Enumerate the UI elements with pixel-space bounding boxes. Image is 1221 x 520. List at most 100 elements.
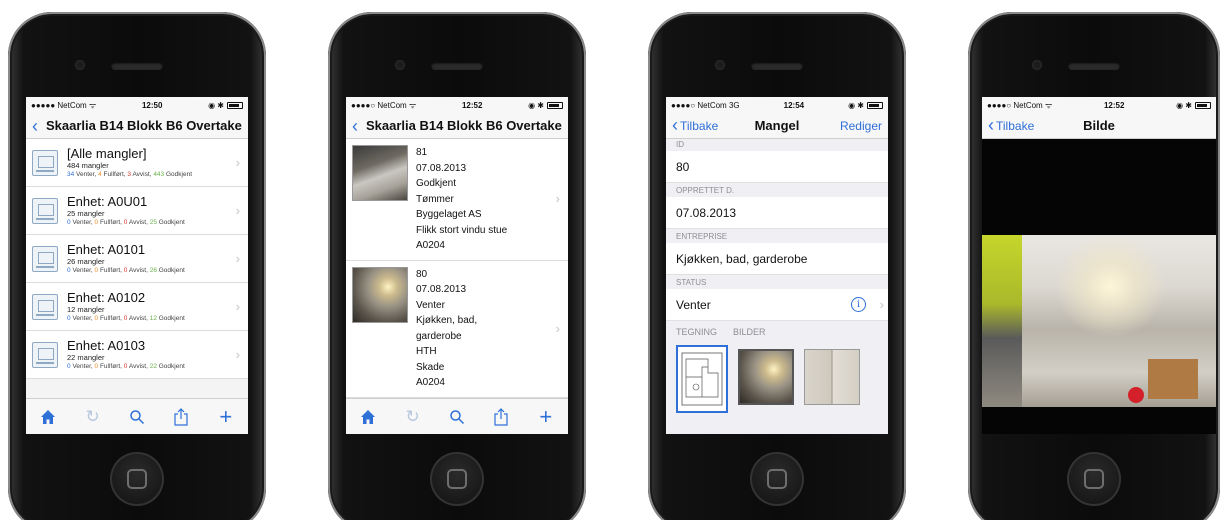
page-title: Skaarlia B14 Blokk B6 Overtake...	[366, 118, 562, 133]
tab-tegning[interactable]: TEGNING	[676, 327, 717, 343]
showcase: ●●●●● NetCom ᯤ 12:50 ◉ ✱ ‹ Skaarlia B14 …	[0, 0, 1221, 520]
speaker	[1068, 62, 1120, 70]
battery-icon	[547, 101, 563, 109]
page-title: Skaarlia B14 Blokk B6 Overtake...	[46, 118, 242, 133]
carrier: ●●●●○ NetCom ᯤ	[987, 100, 1053, 110]
row-title: Enhet: A0103	[67, 338, 146, 353]
home-button	[430, 452, 484, 506]
floorplan-icon	[32, 245, 58, 272]
tab-bar: ↻ +	[346, 398, 568, 434]
phone-2: ●●●●○ NetCom ᯤ 12:52 ◉ ✱ ‹ Skaarlia B14 …	[328, 12, 586, 520]
refresh-icon[interactable]: ↻	[402, 406, 424, 428]
nav-bar: Bilde ‹ Tilbake	[982, 113, 1216, 139]
status-row[interactable]: Venter i ›	[666, 289, 888, 321]
refresh-icon[interactable]: ↻	[82, 406, 104, 428]
chevron-left-icon[interactable]: ‹	[352, 117, 358, 135]
status-bar: ●●●●○ NetCom ᯤ 12:52 ◉ ✱	[346, 97, 568, 113]
nav-bar: Mangel ‹ Tilbake Rediger	[666, 113, 888, 139]
share-icon[interactable]	[490, 406, 512, 428]
status-bar: ●●●●○ NetCom ᯤ 12:52 ◉ ✱	[982, 97, 1216, 113]
back-button[interactable]: ‹ Tilbake	[672, 115, 718, 136]
row-stats: 0 Venter, 0 Fullført, 0 Avvist, 25 Godkj…	[67, 219, 185, 226]
battery-icon	[1195, 101, 1211, 109]
list-item[interactable]: 80 07.08.2013 Venter Kjøkken, bad, garde…	[346, 260, 568, 398]
edit-button[interactable]: Rediger	[840, 119, 882, 133]
home-button	[110, 452, 164, 506]
defect-photo	[352, 266, 408, 323]
list-item[interactable]: Enhet: A0U01 25 mangler 0 Venter, 0 Full…	[26, 187, 248, 235]
red-object	[1128, 387, 1144, 403]
media-strip	[666, 343, 888, 429]
chevron-left-icon: ‹	[672, 115, 678, 135]
photo-thumbnail[interactable]	[804, 349, 860, 405]
box-figure	[1148, 359, 1198, 399]
plus-icon[interactable]: +	[215, 404, 237, 429]
tab-bilder[interactable]: BILDER	[733, 327, 766, 343]
home-icon[interactable]	[357, 406, 379, 428]
field-label: OPPRETTET D.	[666, 183, 888, 197]
battery-icon	[227, 101, 243, 109]
list-item[interactable]: Enhet: A0102 12 mangler 0 Venter, 0 Full…	[26, 283, 248, 331]
defect-photo	[352, 145, 408, 201]
drawing-thumbnail[interactable]	[676, 345, 728, 413]
search-icon[interactable]	[446, 406, 468, 428]
chevron-right-icon: ›	[235, 298, 240, 314]
nav-bar: ‹ Skaarlia B14 Blokk B6 Overtake...	[346, 113, 568, 139]
clock: 12:50	[141, 100, 163, 110]
list-item[interactable]: 81 07.08.2013 Godkjent Tømmer Byggelaget…	[346, 139, 568, 261]
floorplan-icon	[32, 341, 58, 368]
clock: 12:52	[1103, 100, 1125, 110]
camera	[715, 60, 725, 70]
chevron-right-icon: ›	[235, 202, 240, 218]
row-count: 22 mangler	[67, 353, 105, 362]
search-icon[interactable]	[126, 406, 148, 428]
floorplan-icon	[32, 293, 58, 320]
carrier: ●●●●○ NetCom 3G	[671, 100, 740, 110]
photo-thumbnail[interactable]	[738, 349, 794, 405]
home-icon[interactable]	[37, 406, 59, 428]
clock: 12:54	[783, 100, 805, 110]
clock: 12:52	[461, 100, 483, 110]
defect-photo[interactable]	[982, 235, 1216, 407]
list-item[interactable]: Enhet: A0101 26 mangler 0 Venter, 0 Full…	[26, 235, 248, 283]
speaker	[111, 62, 163, 70]
row-stats: 0 Venter, 0 Fullført, 0 Avvist, 22 Godkj…	[67, 363, 185, 370]
row-title: Enhet: A0101	[67, 242, 146, 257]
field-value: Kjøkken, bad, garderobe	[666, 243, 888, 275]
row-count: 26 mangler	[67, 257, 105, 266]
share-icon[interactable]	[170, 406, 192, 428]
screen-defect-detail: ●●●●○ NetCom 3G 12:54 ◉ ✱ Mangel ‹ Tilbak…	[666, 97, 888, 434]
screen-defect-list: ●●●●○ NetCom ᯤ 12:52 ◉ ✱ ‹ Skaarlia B14 …	[346, 97, 568, 434]
info-icon[interactable]: i	[851, 297, 866, 312]
row-title: Enhet: A0U01	[67, 194, 148, 209]
floorplan-icon	[32, 197, 58, 224]
status-icons: ◉ ✱	[528, 101, 563, 110]
camera	[75, 60, 85, 70]
back-button[interactable]: ‹ Tilbake	[988, 115, 1034, 136]
floorplan-icon	[32, 149, 58, 176]
row-title: Enhet: A0102	[67, 290, 146, 305]
defect-details: 81 07.08.2013 Godkjent Tømmer Byggelaget…	[416, 147, 508, 251]
chevron-left-icon[interactable]: ‹	[32, 117, 38, 135]
unit-list: [Alle mangler] 484 mangler 34 Venter, 4 …	[26, 139, 248, 379]
chevron-right-icon: ›	[235, 250, 240, 266]
row-stats: 0 Venter, 0 Fullført, 0 Avvist, 12 Godkj…	[67, 315, 185, 322]
screen-unit-list: ●●●●● NetCom ᯤ 12:50 ◉ ✱ ‹ Skaarlia B14 …	[26, 97, 248, 434]
chevron-right-icon: ›	[235, 346, 240, 362]
phone-3: ●●●●○ NetCom 3G 12:54 ◉ ✱ Mangel ‹ Tilbak…	[648, 12, 906, 520]
status-icons: ◉ ✱	[848, 101, 883, 110]
field-value: 80	[666, 151, 888, 183]
worker-figure	[982, 235, 1022, 407]
camera	[1032, 60, 1042, 70]
status-icons: ◉ ✱	[208, 101, 243, 110]
photo-viewer	[982, 139, 1216, 434]
defect-details: 80 07.08.2013 Venter Kjøkken, bad, garde…	[416, 268, 478, 389]
row-count: 12 mangler	[67, 305, 105, 314]
list-item[interactable]: Enhet: A0103 22 mangler 0 Venter, 0 Full…	[26, 331, 248, 379]
tab-bar: ↻ +	[26, 398, 248, 434]
plus-icon[interactable]: +	[535, 404, 557, 429]
row-stats: 0 Venter, 0 Fullført, 0 Avvist, 26 Godkj…	[67, 267, 185, 274]
list-item[interactable]: [Alle mangler] 484 mangler 34 Venter, 4 …	[26, 139, 248, 187]
chevron-right-icon: ›	[555, 191, 560, 207]
battery-icon	[867, 101, 883, 109]
